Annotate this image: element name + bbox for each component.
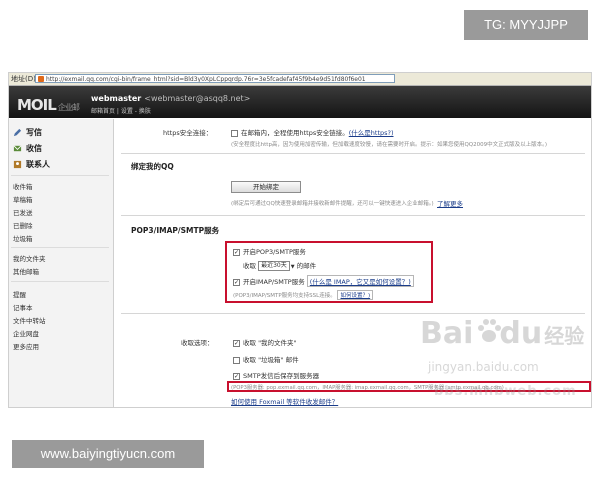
imap-checkbox[interactable]: ✓ [233, 278, 240, 286]
ssl-help-link[interactable]: 如何设置？) [337, 290, 374, 300]
mail-logo: MOIL 企业邮 [17, 96, 80, 114]
address-bar: 地址(D) http://exmail.qq.com/cgi-bin/frame… [9, 73, 591, 86]
inbox-icon [13, 145, 22, 152]
receive-junk-option[interactable]: 收取 "垃圾箱" 邮件 [233, 354, 299, 364]
sidebar-item-deleted[interactable]: 已删除 [13, 220, 33, 230]
favicon-icon [38, 76, 44, 82]
bind-qq-title: 绑定我的QQ [131, 162, 174, 171]
tg-overlay-label: TG: MYYJJPP [464, 10, 588, 40]
url-field[interactable]: http://exmail.qq.com/cgi-bin/frame_html?… [35, 74, 395, 83]
watermark-bbs: bbs.mhbweb.com [434, 384, 577, 399]
sidebar-divider [11, 175, 109, 176]
url-text: http://exmail.qq.com/cgi-bin/frame_html?… [46, 76, 366, 83]
sidebar-item-contacts[interactable]: 联系人 [13, 159, 50, 170]
ssl-note: (POP3/IMAP/SMTP服务均支持SSL连接。 如何设置？) [233, 290, 374, 300]
sidebar-item-junk[interactable]: 垃圾箱 [13, 233, 33, 243]
header-links[interactable]: 邮箱首页 | 设置 - 换肤 [91, 106, 151, 115]
sidebar-item-other-mailbox[interactable]: 其他邮箱 [13, 266, 39, 276]
sidebar-item-compose[interactable]: 写信 [13, 127, 42, 138]
sidebar-item-more-apps[interactable]: 更多应用 [13, 341, 39, 351]
pen-icon [13, 128, 22, 137]
junk-checkbox[interactable] [233, 356, 240, 364]
my-folders-checkbox[interactable]: ✓ [233, 339, 240, 347]
contacts-icon [13, 160, 22, 169]
section-divider [121, 313, 585, 314]
bind-qq-button[interactable]: 开始绑定 [231, 181, 301, 193]
receive-range-select[interactable]: 最近30天 [258, 261, 290, 271]
pop-checkbox[interactable]: ✓ [233, 248, 240, 256]
screenshot-frame: 地址(D) http://exmail.qq.com/cgi-bin/frame… [8, 72, 592, 408]
sidebar-item-netdisk[interactable]: 企业网盘 [13, 328, 39, 338]
pop-option[interactable]: ✓ 开启POP3/SMTP服务 [233, 246, 306, 256]
https-checkbox[interactable] [231, 129, 238, 137]
sidebar-item-file-transfer[interactable]: 文件中转站 [13, 315, 46, 325]
bind-qq-note: (绑定后可通过QQ快速登录邮箱并接收新邮件提醒，还可以一键快速进入企业邮箱。) [231, 201, 434, 207]
sidebar-divider [11, 281, 109, 282]
section-divider [121, 215, 585, 216]
sidebar-item-notepad[interactable]: 记事本 [13, 302, 33, 312]
pop-section-title: POP3/IMAP/SMTP服务 [131, 226, 220, 235]
https-note: (安全程度比http高，因为使用加密传输，但加载速度较慢，请在需要时开启。提示：… [231, 142, 547, 148]
watermark-site: jingyan.baidu.com [428, 360, 539, 374]
https-option[interactable]: 在邮箱内，全程使用https安全链接。(什么是https?) [231, 127, 394, 137]
sidebar-item-drafts[interactable]: 草稿箱 [13, 194, 33, 204]
sidebar-item-my-folders[interactable]: 我的文件夹 [13, 253, 46, 263]
sidebar-item-reminder[interactable]: 提醒 [13, 289, 26, 299]
receive-options-label: 收取选项： [181, 339, 214, 347]
select-arrow-icon[interactable]: ▼ [291, 264, 295, 270]
sidebar-divider [11, 247, 109, 248]
smtp-save-option[interactable]: ✓ SMTP发信后保存到服务器 [233, 370, 319, 380]
receive-my-folders-option[interactable]: ✓ 收取 "我的文件夹" [233, 337, 297, 347]
foxmail-help-link[interactable]: 如何使用 Foxmail 等软件收发邮件？ [231, 396, 338, 406]
sidebar-item-inbox-folder[interactable]: 收件箱 [13, 181, 33, 191]
section-divider [121, 153, 585, 154]
smtp-save-checkbox[interactable]: ✓ [233, 372, 240, 380]
watermark-logo: Bai du 经验 [420, 316, 585, 351]
imap-option[interactable]: ✓ 开启IMAP/SMTP服务 (什么是 IMAP，它又是如何设置？) [233, 275, 414, 287]
sidebar-item-inbox[interactable]: 收信 [13, 143, 42, 154]
sidebar-item-sent[interactable]: 已发送 [13, 207, 33, 217]
user-name: webmaster [91, 94, 142, 103]
https-label: https安全连接： [163, 129, 213, 137]
mail-header: MOIL 企业邮 webmaster <webmaster@asqq8.net> 邮… [9, 86, 591, 118]
receive-range-row: 收取 最近30天 ▼ 的邮件 [243, 261, 317, 271]
address-label: 地址(D) [11, 75, 36, 83]
https-help-link[interactable]: (什么是https?) [349, 129, 394, 137]
user-info: webmaster <webmaster@asqq8.net> [91, 94, 250, 103]
imap-help-link[interactable]: (什么是 IMAP，它又是如何设置？) [306, 275, 414, 287]
sidebar: 写信 收信 联系人 收件箱 草稿箱 已发送 已删除 垃圾箱 我的文件夹 其他邮箱… [9, 119, 114, 407]
website-overlay-label: www.baiyingtiyucn.com [12, 440, 204, 468]
user-email: <webmaster@asqq8.net> [144, 94, 251, 103]
bind-qq-more-link[interactable]: 了解更多 [437, 198, 463, 208]
